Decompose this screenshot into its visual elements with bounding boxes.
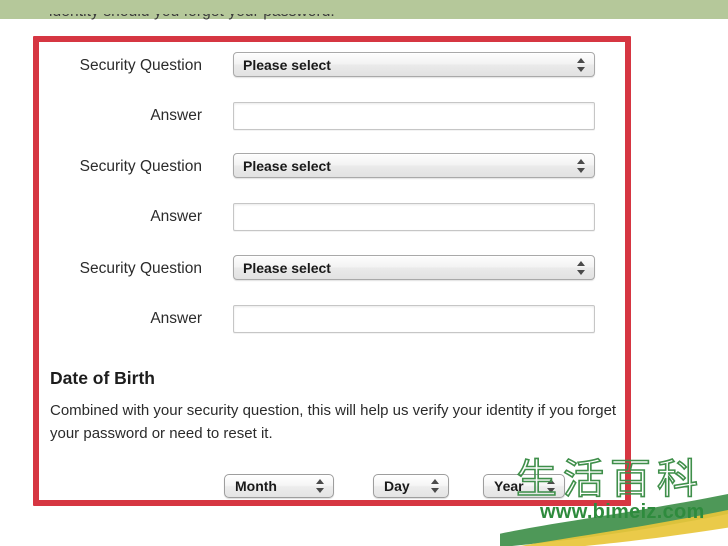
answer-label-2: Answer	[150, 208, 202, 225]
answer-label-3: Answer	[150, 310, 202, 327]
security-question-select-1[interactable]: Please select	[233, 52, 595, 77]
security-question-select-2[interactable]: Please select	[233, 153, 595, 178]
day-select-value: Day	[384, 478, 410, 494]
screenshot-root: identity should you forget your password…	[0, 0, 728, 546]
stepper-arrows-icon	[431, 478, 440, 494]
cutoff-intro-text: identity should you forget your password…	[49, 14, 335, 21]
security-question-label-2: Security Question	[79, 158, 202, 175]
answer-row-3: Answer	[39, 305, 625, 335]
cutoff-text-clip: identity should you forget your password…	[0, 14, 728, 27]
answer-input-1[interactable]	[233, 102, 595, 130]
stepper-arrows-icon	[577, 260, 586, 276]
stepper-arrows-icon	[577, 57, 586, 73]
security-question-label-1: Security Question	[79, 57, 202, 74]
day-select[interactable]: Day	[373, 474, 449, 498]
date-of-birth-selects: Month Day Year	[39, 474, 625, 502]
security-question-form: Security Question Please select Answer S…	[39, 42, 625, 500]
security-question-row-2: Security Question Please select	[39, 153, 625, 183]
security-question-label-3: Security Question	[79, 260, 202, 277]
security-question-select-value-3: Please select	[243, 260, 331, 276]
answer-input-2[interactable]	[233, 203, 595, 231]
date-of-birth-heading: Date of Birth	[50, 368, 155, 388]
answer-input-3[interactable]	[233, 305, 595, 333]
security-question-row-1: Security Question Please select	[39, 52, 625, 82]
security-question-select-3[interactable]: Please select	[233, 255, 595, 280]
answer-row-2: Answer	[39, 203, 625, 233]
answer-row-1: Answer	[39, 102, 625, 132]
stepper-arrows-icon	[316, 478, 325, 494]
security-question-select-value-2: Please select	[243, 158, 331, 174]
security-question-select-value-1: Please select	[243, 57, 331, 73]
stepper-arrows-icon	[577, 158, 586, 174]
security-question-row-3: Security Question Please select	[39, 255, 625, 285]
date-of-birth-description: Combined with your security question, th…	[50, 402, 617, 442]
month-select-value: Month	[235, 478, 277, 494]
answer-label-1: Answer	[150, 107, 202, 124]
stepper-arrows-icon	[547, 478, 556, 494]
year-select-value: Year	[494, 478, 524, 494]
month-select[interactable]: Month	[224, 474, 334, 498]
year-select[interactable]: Year	[483, 474, 565, 498]
